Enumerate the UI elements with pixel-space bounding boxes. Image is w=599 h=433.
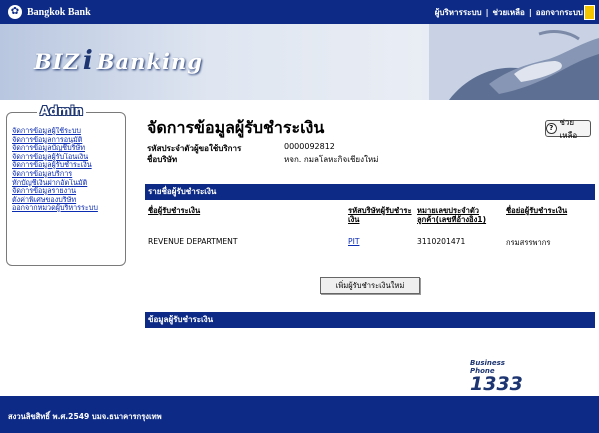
sidebar-item-users[interactable]: จัดการข้อมูลผู้ใช้ระบบ [12,127,124,136]
cell-payee-short: กรมสรรพากร [506,238,551,247]
business-phone-logo: Business Phone 1333 [470,359,523,397]
banner: BIZ i Banking [0,24,599,100]
help-label: ช่วยเหลือ [559,117,578,140]
phone-number: 1333 [470,373,523,395]
app-window: ✿ Bangkok Bank ผู้บริหารระบบ | ช่วยเหลือ | อ… [0,0,599,433]
biz-banking-logo: BIZ i Banking [34,46,203,76]
company-value: หจก. กมลโลหะกิจเชียงใหม่ [284,155,379,164]
cell-payee-ref: 3110201471 [417,237,466,246]
col-header-short[interactable]: ชื่อย่อผู้รับชำระเงิน [506,206,595,215]
sidebar-item-company-settings[interactable]: ตั้งค่าพิเศษของบริษัท [12,196,124,205]
bank-logo[interactable]: ✿ Bangkok Bank [8,4,91,20]
payee-list-bar: รายชื่อผู้รับชำระเงิน [145,184,595,200]
bank-name: Bangkok Bank [27,6,91,18]
link-admin[interactable]: ผู้บริหารระบบ [435,8,482,17]
footer: สงวนลิขสิทธิ์ พ.ศ.2549 บมจ.ธนาคารกรุงเทพ [0,396,599,433]
sidebar-item-company-accounts[interactable]: จัดการข้อมูลบัญชีบริษัท [12,144,124,153]
company-label: ชื่อบริษัท [147,155,178,164]
cell-payee-name: REVENUE DEPARTMENT [148,237,238,246]
add-payee-button[interactable]: เพิ่มผู้รับชำระเงินใหม่ [320,277,420,294]
table-row: REVENUE DEPARTMENT PIT 3110201471 กรมสรร… [145,237,595,251]
lotus-icon: ✿ [8,5,22,19]
page-title: จัดการข้อมูลผู้รับชำระเงิน [147,118,325,137]
flag-icon [584,5,595,20]
payee-info-bar: ข้อมูลผู้รับชำระเงิน [145,312,595,328]
question-icon: ? [546,123,557,134]
admin-sidebar: Admin จัดการข้อมูลผู้ใช้ระบบ จัดการข้อมู… [6,104,126,266]
sidebar-item-services[interactable]: จัดการข้อมูลบริการ [12,170,124,179]
sidebar-item-auto-debit[interactable]: หักบัญชีเงินฝากอัตโนมัติ [12,179,124,188]
sidebar-item-reports[interactable]: จัดการข้อมูลรายงาน [12,187,124,196]
col-header-name[interactable]: ชื่อผู้รับชำระเงิน [148,206,298,215]
link-logout[interactable]: ออกจากระบบ [536,8,583,17]
help-button[interactable]: ? ช่วยเหลือ [545,118,591,140]
handshake-image [429,24,599,100]
col-header-ref[interactable]: หมายเลขประจำตัวลูกค้า(เลขที่อ้างอิง1) [417,206,503,224]
cell-payee-code[interactable]: PIT [348,237,359,246]
sidebar-title: Admin [37,104,87,118]
link-help[interactable]: ช่วยเหลือ [493,8,525,17]
sidebar-item-approval[interactable]: จัดการข้อมูลการอนุมัติ [12,136,124,145]
sidebar-item-exit-admin[interactable]: ออกจากหมวดผู้บริหารระบบ [12,204,124,213]
top-links: ผู้บริหารระบบ | ช่วยเหลือ | ออกจากระบบ [434,8,583,17]
top-bar: ✿ Bangkok Bank ผู้บริหารระบบ | ช่วยเหลือ | อ… [0,0,599,24]
customer-id-value: 0000092812 [284,142,335,151]
sidebar-item-billers[interactable]: จัดการข้อมูลผู้รับชำระเงิน [12,161,124,170]
sidebar-item-transfer-payees[interactable]: จัดการข้อมูลผู้รับโอนเงิน [12,153,124,162]
col-header-code[interactable]: รหัสบริษัทผู้รับชำระเงิน [348,206,416,224]
copyright-text: สงวนลิขสิทธิ์ พ.ศ.2549 บมจ.ธนาคารกรุงเทพ [8,412,162,421]
sidebar-menu: จัดการข้อมูลผู้ใช้ระบบ จัดการข้อมูลการอน… [12,127,124,213]
